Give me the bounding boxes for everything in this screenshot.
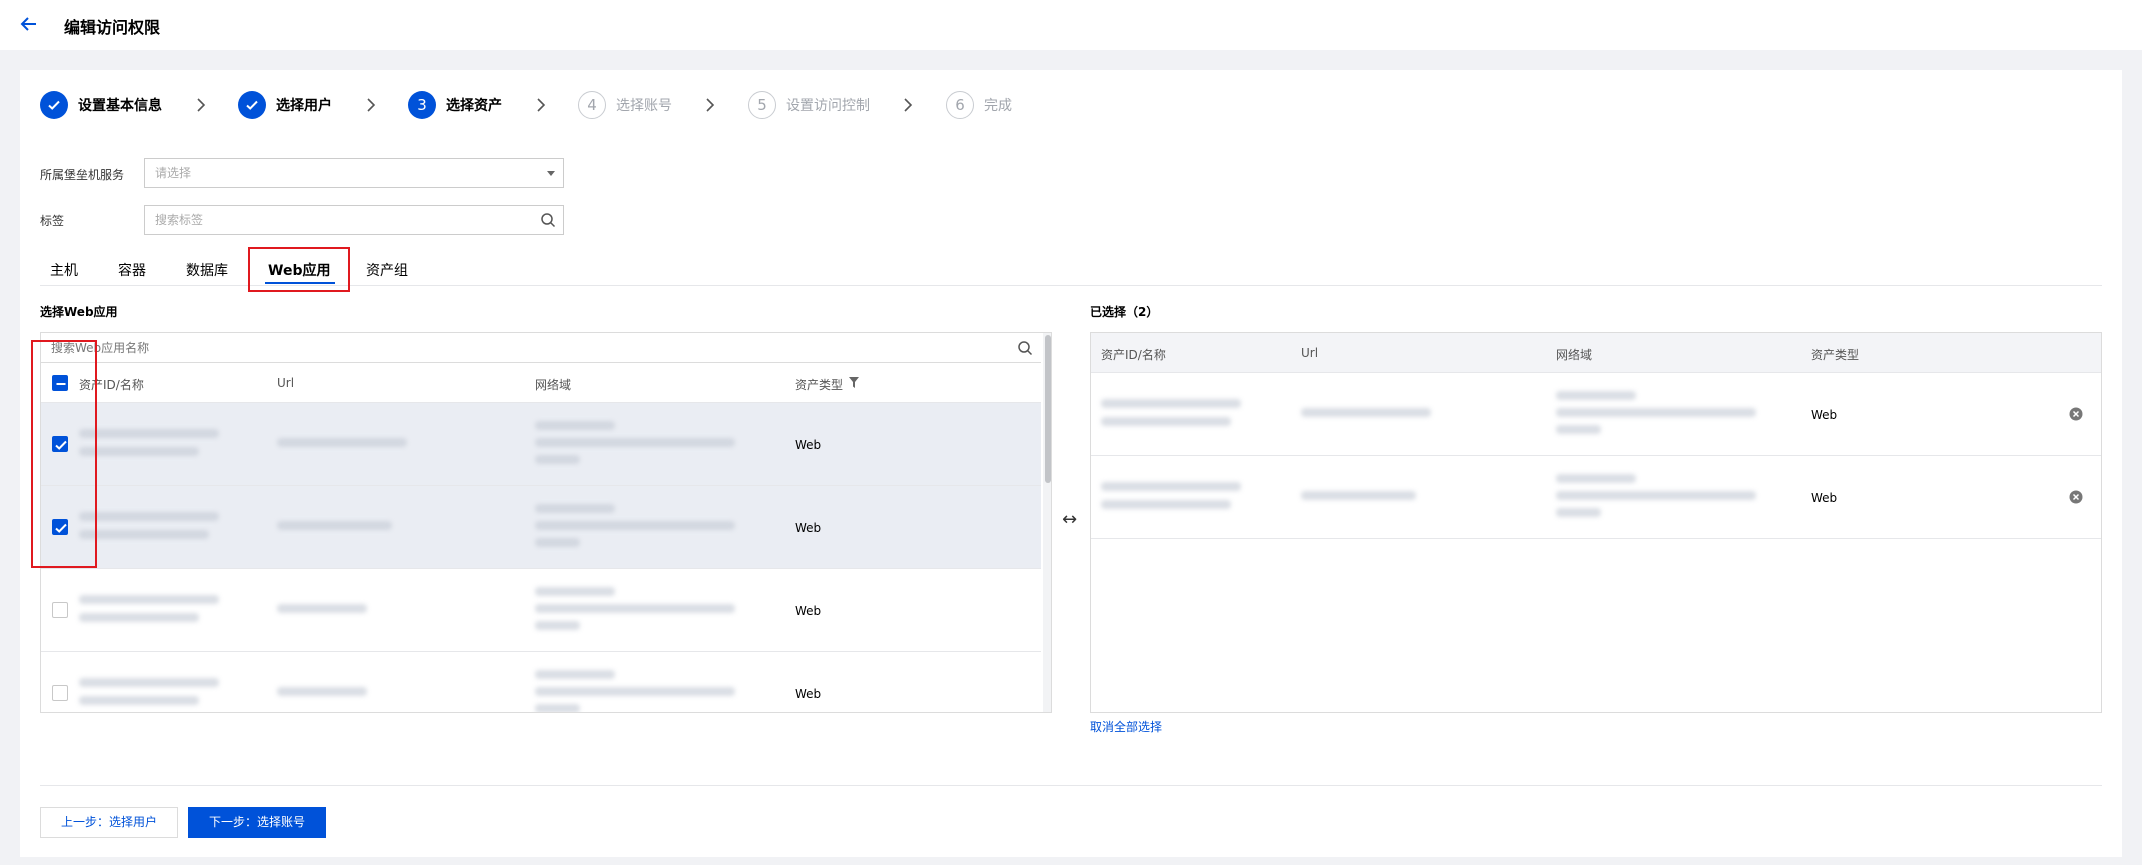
step-label: 选择用户 bbox=[276, 98, 332, 114]
check-icon bbox=[238, 91, 266, 119]
asset-type-value: Web bbox=[1811, 491, 1838, 505]
tag-search-input[interactable]: 搜索标签 bbox=[144, 205, 564, 235]
step-1: 设置基本信息 bbox=[40, 89, 162, 121]
tab-container[interactable]: 容器 bbox=[118, 260, 146, 280]
tag-placeholder: 搜索标签 bbox=[155, 213, 204, 227]
highlight-box bbox=[248, 247, 350, 292]
asset-type-value: Web bbox=[795, 604, 822, 618]
asset-type-value: Web bbox=[795, 438, 822, 452]
chevron-right-icon bbox=[197, 98, 206, 112]
col-asset-type: 资产类型 bbox=[1811, 348, 1860, 362]
asset-type-value: Web bbox=[795, 687, 822, 701]
prev-step-button[interactable]: 上一步：选择用户 bbox=[40, 807, 178, 838]
service-label: 所属堡垒机服务 bbox=[40, 168, 125, 182]
step-label: 设置访问控制 bbox=[786, 98, 870, 114]
step-label: 完成 bbox=[984, 98, 1012, 114]
swap-arrows-icon: ↔ bbox=[1062, 509, 1078, 530]
step-label: 选择资产 bbox=[446, 98, 502, 114]
scrollbar-thumb[interactable] bbox=[1045, 335, 1051, 483]
col-network-domain: 网络域 bbox=[1556, 348, 1593, 362]
next-step-button[interactable]: 下一步：选择账号 bbox=[188, 807, 326, 838]
step-number: 4 bbox=[578, 91, 606, 119]
left-section-title: 选择Web应用 bbox=[40, 305, 118, 319]
col-asset-type: 资产类型 bbox=[795, 378, 844, 392]
tag-label: 标签 bbox=[40, 214, 65, 228]
table-row[interactable]: Web bbox=[41, 569, 1041, 652]
web-app-search-input[interactable]: 搜索Web应用名称 bbox=[41, 333, 1041, 363]
step-number: 3 bbox=[408, 91, 436, 119]
step-label: 设置基本信息 bbox=[78, 98, 162, 114]
available-web-apps-table: 搜索Web应用名称 资产ID/名称 Url 网络域 资产类型 Web Web W… bbox=[40, 332, 1052, 713]
asset-type-value: Web bbox=[795, 521, 822, 535]
step-6: 6 完成 bbox=[946, 89, 1012, 121]
table-header: 资产ID/名称 Url 网络域 资产类型 bbox=[1091, 333, 2101, 373]
clear-all-link[interactable]: 取消全部选择 bbox=[1090, 718, 1162, 735]
caret-down-icon bbox=[547, 171, 555, 176]
vertical-scrollbar[interactable] bbox=[1043, 333, 1051, 712]
step-number: 5 bbox=[748, 91, 776, 119]
chevron-right-icon bbox=[904, 98, 913, 112]
step-2: 选择用户 bbox=[238, 89, 332, 121]
step-5: 5 设置访问控制 bbox=[748, 89, 870, 121]
highlight-box bbox=[31, 340, 97, 568]
chevron-right-icon bbox=[706, 98, 715, 112]
col-url: Url bbox=[277, 376, 295, 390]
asset-type-value: Web bbox=[1811, 408, 1838, 422]
right-section-title: 已选择（2） bbox=[1090, 305, 1159, 319]
remove-icon[interactable] bbox=[2069, 407, 2083, 421]
chevron-right-icon bbox=[537, 98, 546, 112]
tab-host[interactable]: 主机 bbox=[50, 260, 78, 280]
row-checkbox[interactable] bbox=[52, 685, 68, 701]
step-3: 3 选择资产 bbox=[408, 89, 502, 121]
service-placeholder: 请选择 bbox=[155, 166, 192, 180]
selected-row: Web bbox=[1091, 456, 2101, 539]
service-select[interactable]: 请选择 bbox=[144, 158, 564, 188]
table-row[interactable]: Web bbox=[41, 403, 1041, 486]
step-label: 选择账号 bbox=[616, 98, 672, 114]
chevron-right-icon bbox=[367, 98, 376, 112]
tab-asset-group[interactable]: 资产组 bbox=[366, 260, 408, 280]
col-url: Url bbox=[1301, 346, 1319, 360]
check-icon bbox=[40, 91, 68, 119]
table-row[interactable]: Web bbox=[41, 486, 1041, 569]
search-icon[interactable] bbox=[540, 212, 556, 228]
table-row[interactable]: Web bbox=[41, 652, 1041, 712]
remove-icon[interactable] bbox=[2069, 490, 2083, 504]
arrow-left-icon[interactable] bbox=[18, 13, 40, 35]
step-4: 4 选择账号 bbox=[578, 89, 672, 121]
footer-divider bbox=[40, 785, 2102, 786]
row-checkbox[interactable] bbox=[52, 602, 68, 618]
search-icon[interactable] bbox=[1017, 340, 1033, 356]
filter-icon[interactable] bbox=[849, 377, 859, 388]
tab-database[interactable]: 数据库 bbox=[186, 260, 228, 280]
page-title: 编辑访问权限 bbox=[64, 18, 161, 37]
step-number: 6 bbox=[946, 91, 974, 119]
selected-row: Web bbox=[1091, 373, 2101, 456]
top-bar: 编辑访问权限 bbox=[0, 0, 2142, 50]
col-network-domain: 网络域 bbox=[535, 378, 572, 392]
selected-web-apps-table: 资产ID/名称 Url 网络域 资产类型 Web Web bbox=[1090, 332, 2102, 713]
col-asset-id: 资产ID/名称 bbox=[1101, 348, 1166, 362]
table-header: 资产ID/名称 Url 网络域 资产类型 bbox=[41, 363, 1041, 403]
